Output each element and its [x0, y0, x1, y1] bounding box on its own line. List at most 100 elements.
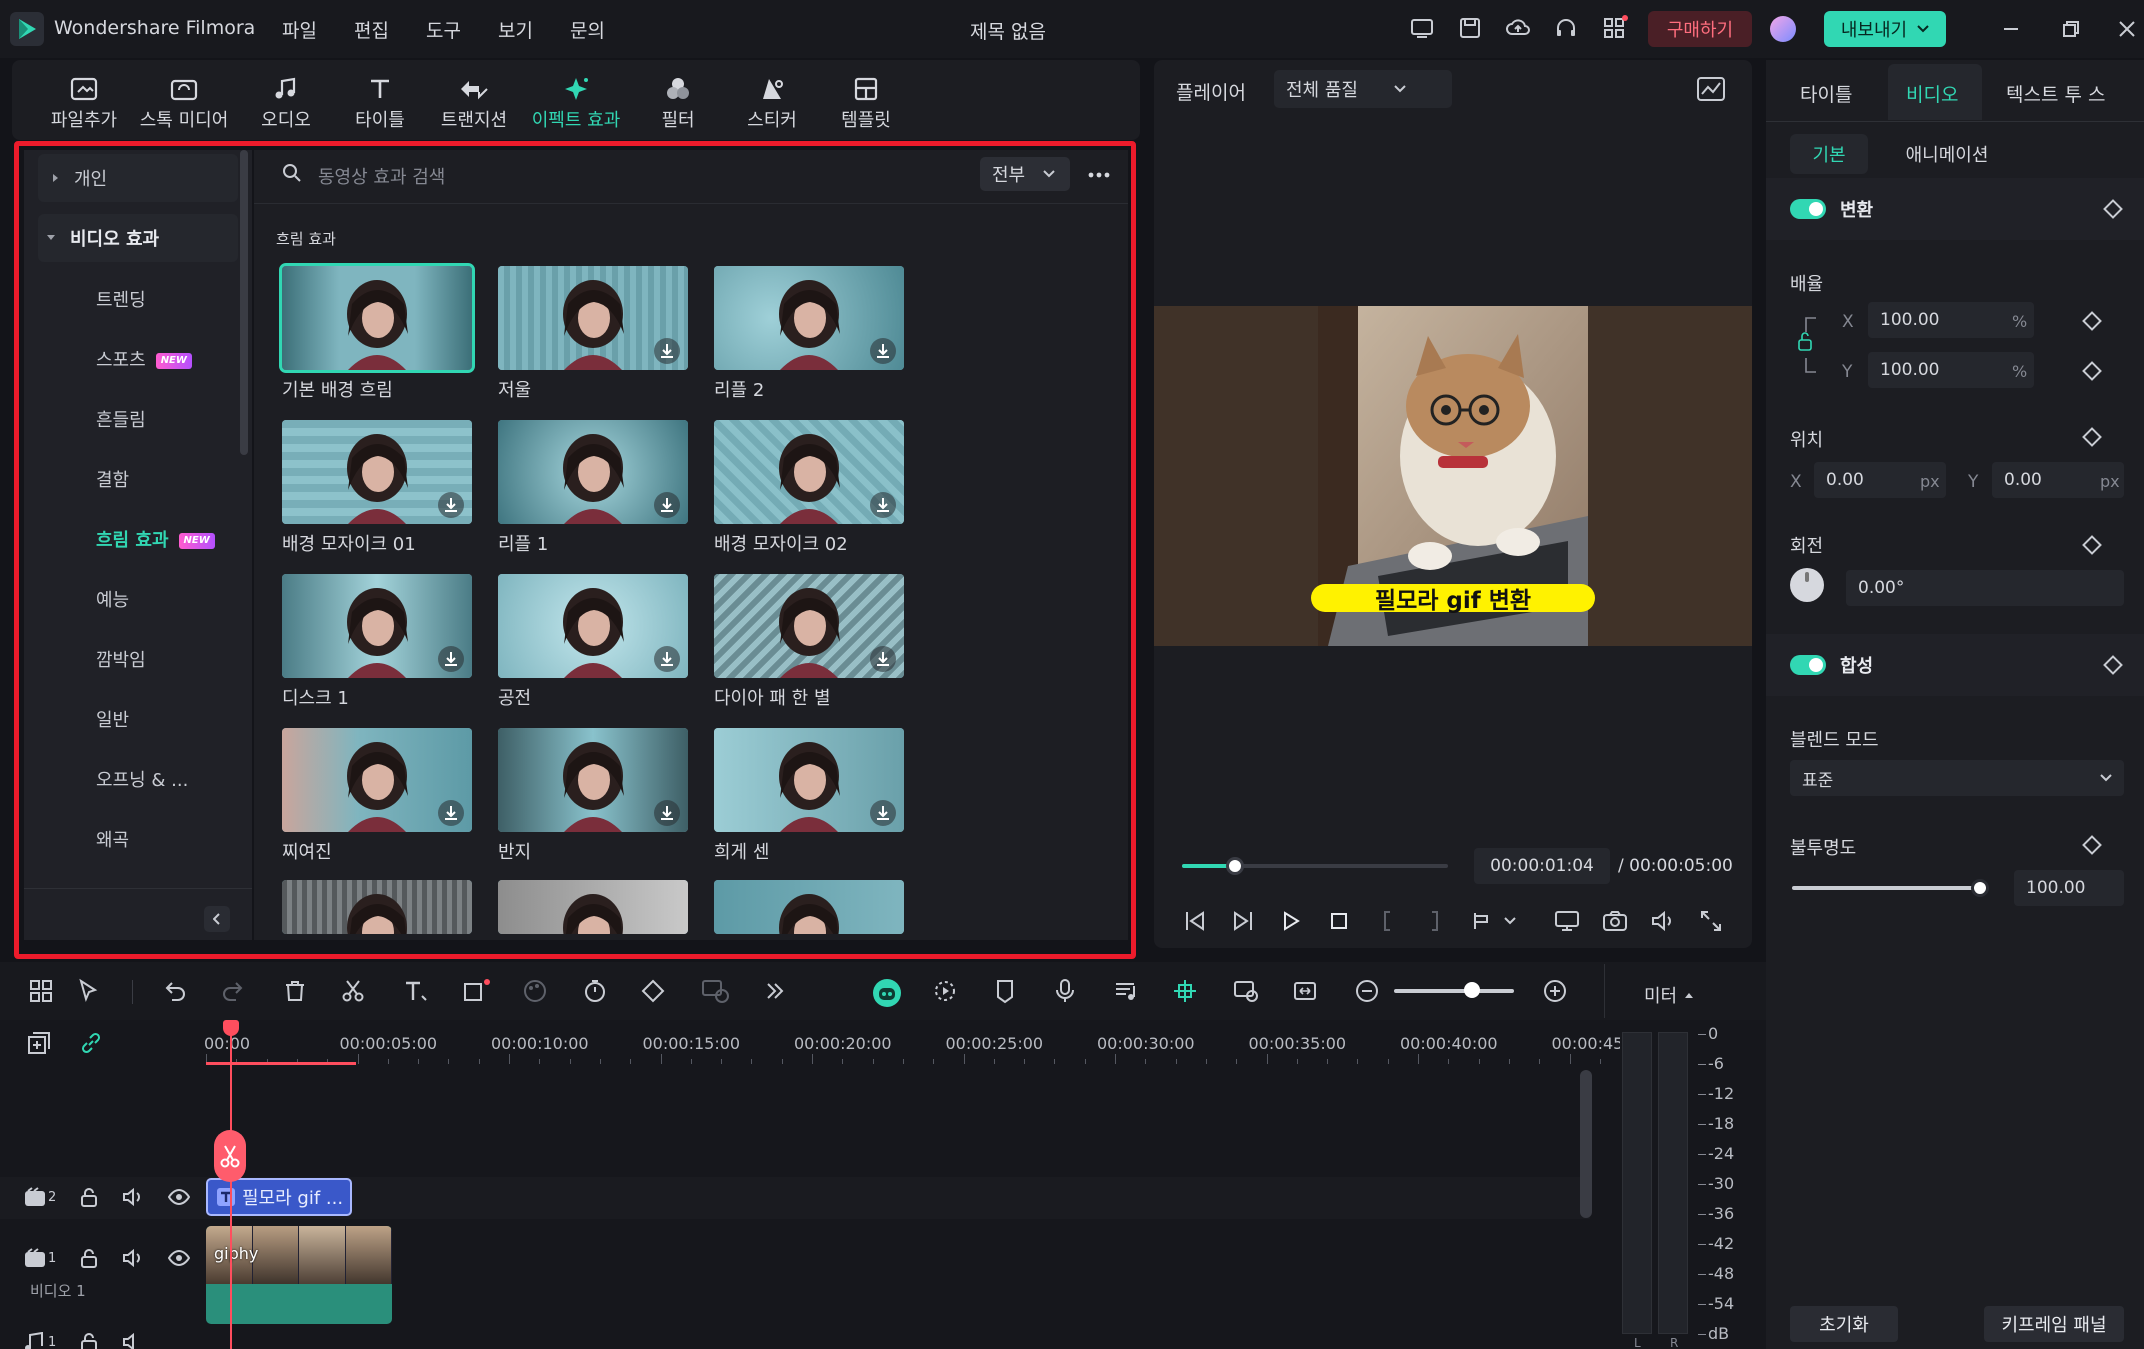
zoom-slider-knob[interactable]	[1464, 982, 1480, 998]
ai-robot-icon[interactable]	[872, 978, 902, 1008]
toolbar-stickers[interactable]: 스티커	[720, 72, 824, 132]
toolbar-stock-media[interactable]: 스톡 미디어	[132, 72, 236, 132]
cloud-upload-icon[interactable]	[1504, 14, 1532, 42]
delete-trash-icon[interactable]	[282, 978, 310, 1006]
opacity-slider[interactable]	[1792, 886, 1980, 890]
tab-text-to-speech[interactable]: 텍스트 투 스	[2006, 80, 2130, 107]
opacity-field[interactable]: 100.00	[2014, 870, 2124, 906]
timeline-scrollbar[interactable]	[1580, 1070, 1592, 1218]
volume-icon[interactable]	[1646, 904, 1680, 938]
fit-timeline-icon[interactable]	[1292, 978, 1320, 1006]
undo-icon[interactable]	[162, 978, 190, 1006]
tab-video[interactable]: 비디오	[1906, 80, 1958, 107]
next-frame-icon[interactable]	[1226, 904, 1260, 938]
lock-icon[interactable]	[80, 1248, 98, 1268]
opacity-slider-knob[interactable]	[1971, 879, 1989, 897]
toolbar-templates[interactable]: 템플릿	[814, 72, 918, 132]
redo-icon[interactable]	[220, 978, 248, 1006]
audio-mixer-icon[interactable]	[1112, 978, 1140, 1006]
rotation-dial[interactable]	[1790, 568, 1824, 602]
buy-button[interactable]: 구매하기	[1648, 11, 1752, 47]
snapshot-chart-icon[interactable]	[1696, 76, 1726, 102]
mark-in-icon[interactable]	[1370, 904, 1404, 938]
work-area-bar[interactable]	[206, 1062, 356, 1065]
display-settings-icon[interactable]	[1550, 904, 1584, 938]
toolbar-transitions[interactable]: 트랜지션	[422, 72, 526, 132]
lock-icon[interactable]	[80, 1332, 98, 1349]
marker-shield-icon[interactable]	[992, 978, 1020, 1006]
title-clip[interactable]: 필모라 gif ...	[206, 1178, 352, 1216]
menu-view[interactable]: 보기	[498, 16, 570, 43]
playhead-split-button[interactable]	[214, 1130, 246, 1182]
crop-shape-icon[interactable]	[462, 978, 490, 1006]
fullscreen-icon[interactable]	[1694, 904, 1728, 938]
meter-toggle[interactable]: 미터	[1644, 982, 1694, 1008]
zoom-in-icon[interactable]	[1542, 978, 1570, 1006]
subtab-basic[interactable]: 기본	[1790, 134, 1868, 174]
prev-frame-icon[interactable]	[1178, 904, 1212, 938]
insert-marker-icon[interactable]	[1466, 904, 1500, 938]
select-arrow-icon[interactable]	[76, 978, 104, 1006]
blend-mode-dropdown[interactable]: 표준	[1790, 760, 2124, 796]
scale-y-field[interactable]: 100.00	[1868, 352, 2034, 388]
headset-icon[interactable]	[1552, 14, 1580, 42]
mark-out-icon[interactable]	[1418, 904, 1452, 938]
tab-titles[interactable]: 타이틀	[1800, 80, 1852, 107]
save-icon[interactable]	[1456, 14, 1484, 42]
restore-icon[interactable]	[2056, 14, 2086, 44]
speaker-icon[interactable]	[122, 1187, 144, 1207]
keyframe-diamond-icon[interactable]	[2103, 199, 2123, 219]
keyframe-tool-icon[interactable]	[640, 978, 668, 1006]
auto-enhance-icon[interactable]	[932, 978, 960, 1006]
menu-edit[interactable]: 편집	[354, 16, 426, 43]
menu-tools[interactable]: 도구	[426, 16, 498, 43]
snap-magnet-icon[interactable]	[1172, 978, 1200, 1006]
playhead-handle[interactable]	[223, 1020, 239, 1036]
layout-grid-icon[interactable]	[28, 978, 56, 1006]
subtab-animation[interactable]: 애니메이션	[1888, 134, 2006, 174]
reset-button[interactable]: 초기화	[1790, 1306, 1898, 1342]
text-to-speech-icon[interactable]	[700, 978, 729, 1006]
keyframe-diamond-icon[interactable]	[2103, 655, 2123, 675]
playhead[interactable]	[230, 1022, 232, 1349]
menu-help[interactable]: 문의	[570, 16, 642, 43]
camera-snapshot-icon[interactable]	[1598, 904, 1632, 938]
lock-ratio-icon[interactable]	[1796, 316, 1818, 376]
eye-icon[interactable]	[168, 1248, 191, 1268]
menu-file[interactable]: 파일	[282, 16, 354, 43]
scale-x-field[interactable]: 100.00	[1868, 302, 2034, 338]
add-track-icon[interactable]	[26, 1030, 52, 1056]
zoom-out-icon[interactable]	[1354, 978, 1382, 1006]
more-tools-icon[interactable]	[762, 978, 790, 1006]
speed-timer-icon[interactable]	[582, 978, 610, 1006]
text-tool-icon[interactable]	[402, 978, 430, 1006]
microphone-icon[interactable]	[1052, 978, 1080, 1006]
speaker-icon[interactable]	[122, 1248, 144, 1268]
toolbar-import[interactable]: 파일추가	[32, 72, 136, 132]
color-palette-icon[interactable]	[522, 978, 550, 1006]
speaker-icon[interactable]	[122, 1332, 144, 1349]
zoom-slider[interactable]	[1394, 989, 1514, 993]
export-button[interactable]: 내보내기	[1824, 11, 1946, 47]
toolbar-filters[interactable]: 필터	[626, 72, 730, 132]
monitor-icon[interactable]	[1408, 14, 1436, 42]
composite-toggle[interactable]	[1790, 655, 1826, 675]
apps-grid-icon[interactable]	[1600, 14, 1628, 42]
lock-icon[interactable]	[80, 1187, 98, 1207]
rotation-field[interactable]: 0.00°	[1846, 570, 2124, 606]
toolbar-audio[interactable]: 오디오	[234, 72, 338, 132]
link-icon[interactable]	[78, 1030, 104, 1056]
stop-icon[interactable]	[1322, 904, 1356, 938]
preview-render-icon[interactable]	[1232, 978, 1260, 1006]
eye-icon[interactable]	[168, 1187, 191, 1207]
avatar[interactable]	[1770, 16, 1796, 42]
toolbar-titles[interactable]: 타이틀	[328, 72, 432, 132]
close-icon[interactable]	[2112, 14, 2142, 44]
keyframe-panel-button[interactable]: 키프레임 패널	[1984, 1306, 2124, 1342]
video-clip[interactable]: giphy	[206, 1226, 392, 1324]
minimize-icon[interactable]	[1996, 14, 2026, 44]
transform-toggle[interactable]	[1790, 199, 1826, 219]
chevron-down-icon[interactable]	[1500, 904, 1520, 938]
toolbar-effects[interactable]: 이펙트 효과	[524, 72, 628, 132]
play-icon[interactable]	[1274, 904, 1308, 938]
